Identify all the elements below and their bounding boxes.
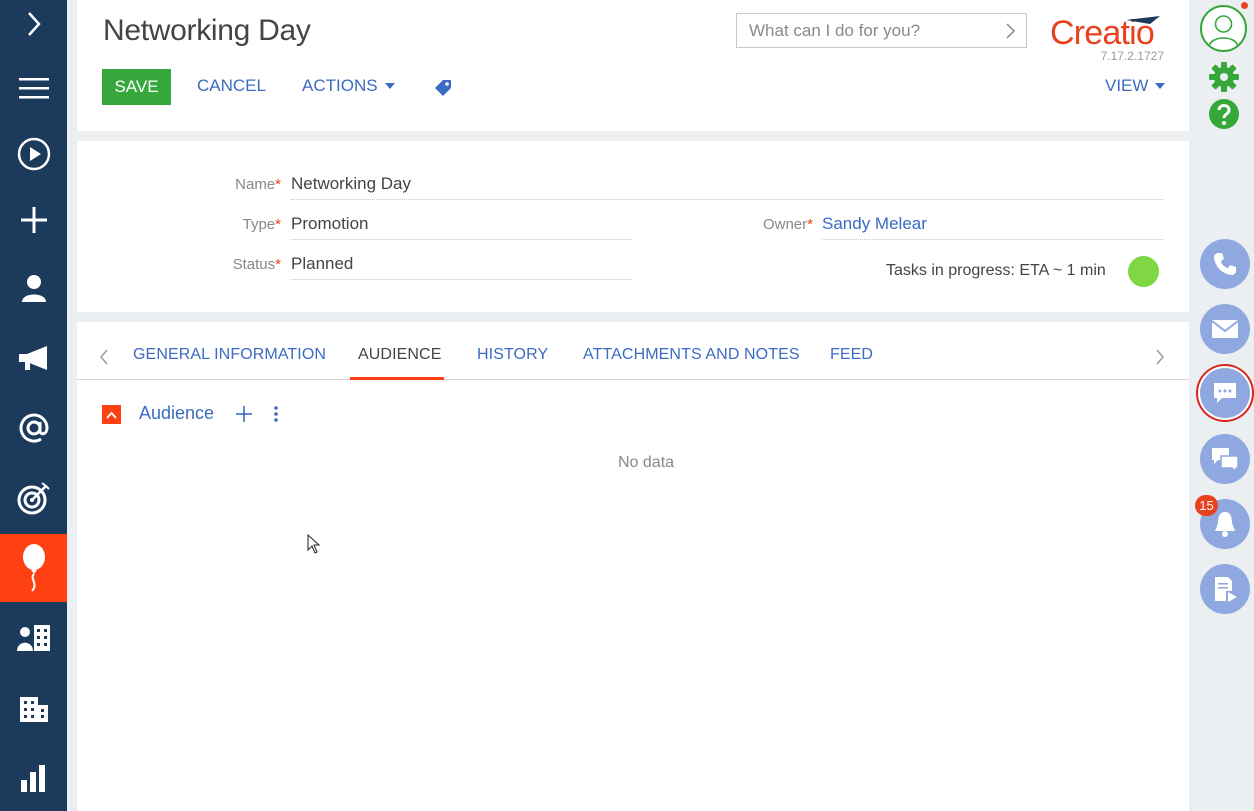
contact-building-icon (16, 625, 50, 651)
add-icon[interactable] (234, 404, 254, 424)
user-profile-icon (1208, 15, 1239, 48)
envelope-icon (1211, 320, 1239, 338)
cancel-label: CANCEL (197, 76, 266, 95)
tab-general-information[interactable]: GENERAL INFORMATION (133, 346, 326, 364)
person-icon (21, 275, 46, 302)
tasks-status-text: Tasks in progress: ETA ~ 1 min (886, 262, 1106, 279)
nav-analytics-button[interactable] (0, 744, 67, 811)
avatar[interactable] (1200, 5, 1247, 52)
nav-menu-button[interactable] (0, 54, 67, 122)
play-circle-icon (17, 137, 50, 171)
caret-down-icon (1155, 83, 1166, 89)
nav-events-button[interactable] (0, 534, 67, 602)
nav-companies-button[interactable] (0, 674, 67, 742)
help-icon[interactable] (1208, 98, 1240, 130)
type-field[interactable]: Promotion (291, 210, 632, 240)
target-icon (17, 482, 50, 515)
cancel-button[interactable]: CANCEL (197, 76, 266, 96)
conversations-icon (1212, 448, 1239, 472)
document-play-icon (1215, 577, 1237, 602)
mouse-cursor-icon (307, 534, 321, 554)
conversations-button[interactable] (1200, 434, 1250, 484)
tag-icon[interactable] (434, 79, 452, 97)
email-button[interactable] (1200, 304, 1250, 354)
detail-collapse-button[interactable] (102, 405, 121, 424)
command-line[interactable] (736, 13, 1027, 48)
actions-button[interactable]: ACTIONS (302, 76, 395, 96)
owner-label: Owner* (762, 216, 813, 233)
chat-button[interactable] (1200, 368, 1250, 418)
tabs-scroll-left-icon[interactable] (99, 349, 109, 365)
audience-detail-title[interactable]: Audience (139, 403, 214, 424)
tabs-scroll-right-icon[interactable] (1155, 349, 1165, 365)
tab-attachments-and-notes[interactable]: ATTACHMENTS AND NOTES (583, 346, 800, 364)
status-field[interactable]: Planned (291, 250, 632, 280)
tab-audience[interactable]: AUDIENCE (358, 346, 441, 364)
name-label: Name* (235, 176, 281, 193)
page-title: Networking Day (103, 14, 311, 47)
nav-email-button[interactable] (0, 394, 67, 462)
creatio-logo: Creatio (1050, 10, 1170, 52)
logo-swoosh-icon (1126, 16, 1160, 24)
actions-label: ACTIONS (302, 76, 378, 95)
chevron-right-icon (27, 12, 41, 36)
bell-icon (1215, 512, 1235, 537)
nav-expand-button[interactable] (0, 0, 67, 58)
left-navigation (0, 0, 67, 811)
type-label: Type* (242, 216, 281, 233)
nav-processes-button[interactable] (0, 120, 67, 188)
chevron-right-icon[interactable] (1004, 22, 1016, 40)
more-options-icon[interactable] (273, 405, 279, 423)
phone-button[interactable] (1200, 239, 1250, 289)
nav-accounts-button[interactable] (0, 604, 67, 672)
nav-leads-button[interactable] (0, 464, 67, 532)
tab-feed[interactable]: FEED (830, 346, 873, 364)
tab-history[interactable]: HISTORY (477, 346, 548, 364)
gear-icon[interactable] (1208, 61, 1240, 93)
chevron-up-icon (106, 411, 117, 419)
plus-icon (20, 207, 47, 233)
record-fields: Name* Networking Day Type* Promotion Sta… (77, 141, 1189, 312)
bar-chart-icon (20, 765, 45, 792)
nav-add-button[interactable] (0, 186, 67, 254)
balloon-icon (22, 544, 45, 592)
active-tab-indicator (350, 377, 444, 380)
notification-count-badge: 15 (1195, 495, 1218, 516)
tabs-divider (77, 379, 1189, 380)
empty-state-text: No data (618, 454, 675, 471)
phone-icon (1214, 253, 1236, 275)
at-icon (19, 413, 49, 443)
view-button[interactable]: VIEW (1105, 76, 1166, 96)
hamburger-icon (18, 78, 49, 99)
owner-field[interactable]: Sandy Melear (822, 210, 1163, 240)
communication-panel: 15 (1193, 0, 1254, 811)
page-header: Networking Day Creatio 7.17.2.1727 SAVE … (77, 0, 1189, 131)
view-label: VIEW (1105, 76, 1149, 95)
processes-button[interactable] (1200, 564, 1250, 614)
notification-dot (1241, 2, 1248, 9)
nav-contacts-button[interactable] (0, 254, 67, 322)
version-label: 7.17.2.1727 (1100, 49, 1164, 63)
tasks-status-indicator (1128, 256, 1159, 287)
status-label: Status* (232, 256, 281, 273)
search-input[interactable] (737, 14, 987, 47)
chat-icon (1214, 383, 1236, 403)
caret-down-icon (384, 83, 395, 89)
nav-campaigns-button[interactable] (0, 324, 67, 392)
save-button[interactable]: SAVE (102, 69, 171, 105)
tabs-panel: GENERAL INFORMATION AUDIENCE HISTORY ATT… (77, 322, 1189, 811)
building-icon (19, 697, 48, 722)
megaphone-icon (18, 346, 47, 370)
name-field[interactable]: Networking Day (291, 170, 1163, 200)
